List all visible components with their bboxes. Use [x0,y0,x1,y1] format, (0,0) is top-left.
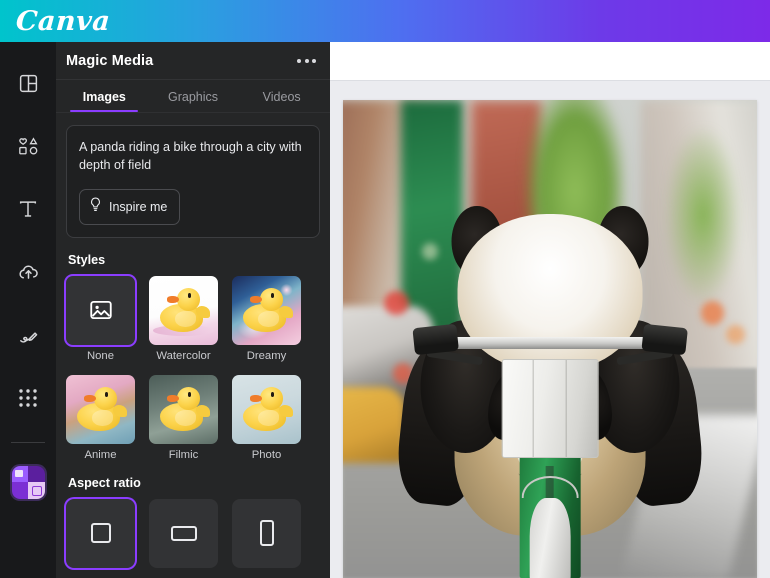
inspire-me-label: Inspire me [109,199,168,214]
panel-more-options-button[interactable] [295,53,318,69]
duck-thumbnail-image [149,374,218,444]
rail-divider [11,442,45,443]
style-label-photo: Photo [251,448,282,461]
top-brand-bar: Canva [0,0,770,42]
tab-videos[interactable]: Videos [237,90,326,112]
panel-tabs: Images Graphics Videos [56,80,330,113]
style-thumb-none [66,275,135,345]
sidebar-item-magic-media[interactable] [5,457,51,507]
portrait-icon [259,520,274,546]
text-icon [17,198,39,220]
aspect-ratio-square-button[interactable] [66,498,135,568]
landscape-icon [170,525,197,541]
aspect-ratio-landscape-button[interactable] [149,498,218,568]
sidebar-item-uploads[interactable] [5,247,51,297]
design-icon [18,73,39,94]
square-icon [90,523,111,543]
style-thumb-anime [66,374,135,444]
design-canvas-page[interactable] [343,100,757,578]
uploads-icon [17,261,40,284]
style-label-watercolor: Watercolor [156,349,211,362]
sidebar-item-draw[interactable] [5,310,51,360]
prompt-input[interactable]: A panda riding a bike through a city wit… [66,125,320,238]
prompt-text-value[interactable]: A panda riding a bike through a city wit… [79,138,307,175]
sidebar-item-design[interactable] [5,58,51,108]
sidebar-item-text[interactable] [5,184,51,234]
aspect-ratio-section-title: Aspect ratio [68,475,141,490]
tab-graphics[interactable]: Graphics [149,90,238,112]
page-title: Magic Media [66,52,154,69]
style-thumb-watercolor [149,275,218,345]
aspect-ratio-grid [66,498,320,568]
panel-body: A panda riding a bike through a city wit… [56,113,330,578]
left-icon-rail [0,42,56,578]
editor-area [330,42,770,578]
panel-header: Magic Media [56,42,330,80]
style-thumb-dreamy [232,275,301,345]
style-label-anime: Anime [84,448,117,461]
lightbulb-icon [89,197,102,217]
style-thumb-photo [232,374,301,444]
duck-thumbnail-image [149,275,218,345]
style-option-dreamy[interactable]: Dreamy [232,275,301,362]
sidebar-item-elements[interactable] [5,121,51,171]
style-label-none: None [86,349,114,362]
styles-grid: None Watercolor Dreamy Anime Filmic Phot… [66,275,320,461]
styles-section-title: Styles [68,252,106,267]
sidebar-item-apps[interactable] [5,373,51,423]
style-option-none[interactable]: None [66,275,135,362]
elements-icon [17,135,40,158]
canva-app-window: Canva Magic Media Images Graphics Videos… [0,0,770,578]
style-label-dreamy: Dreamy [246,349,287,362]
tab-images[interactable]: Images [60,90,149,112]
style-option-anime[interactable]: Anime [66,374,135,461]
image-placeholder-icon [66,276,135,345]
aspect-ratio-portrait-button[interactable] [232,498,301,568]
inspire-me-button[interactable]: Inspire me [79,188,181,225]
duck-thumbnail-image [232,374,301,444]
style-thumb-filmic [149,374,218,444]
style-option-filmic[interactable]: Filmic [149,374,218,461]
canvas-scroll-area[interactable] [330,81,770,578]
duck-thumbnail-image [232,275,301,345]
style-label-filmic: Filmic [168,448,199,461]
canva-logo[interactable]: Canva [15,6,111,37]
style-option-watercolor[interactable]: Watercolor [149,275,218,362]
style-option-photo[interactable]: Photo [232,374,301,461]
draw-icon [17,324,40,347]
duck-thumbnail-image [66,374,135,444]
apps-icon [18,388,38,408]
bicycle-subject [412,310,688,578]
editor-toolbar[interactable] [330,42,770,81]
magic-media-panel: Magic Media Images Graphics Videos A pan… [56,42,330,578]
generated-artwork-image[interactable] [343,100,757,578]
magic-media-app-icon [11,465,45,499]
